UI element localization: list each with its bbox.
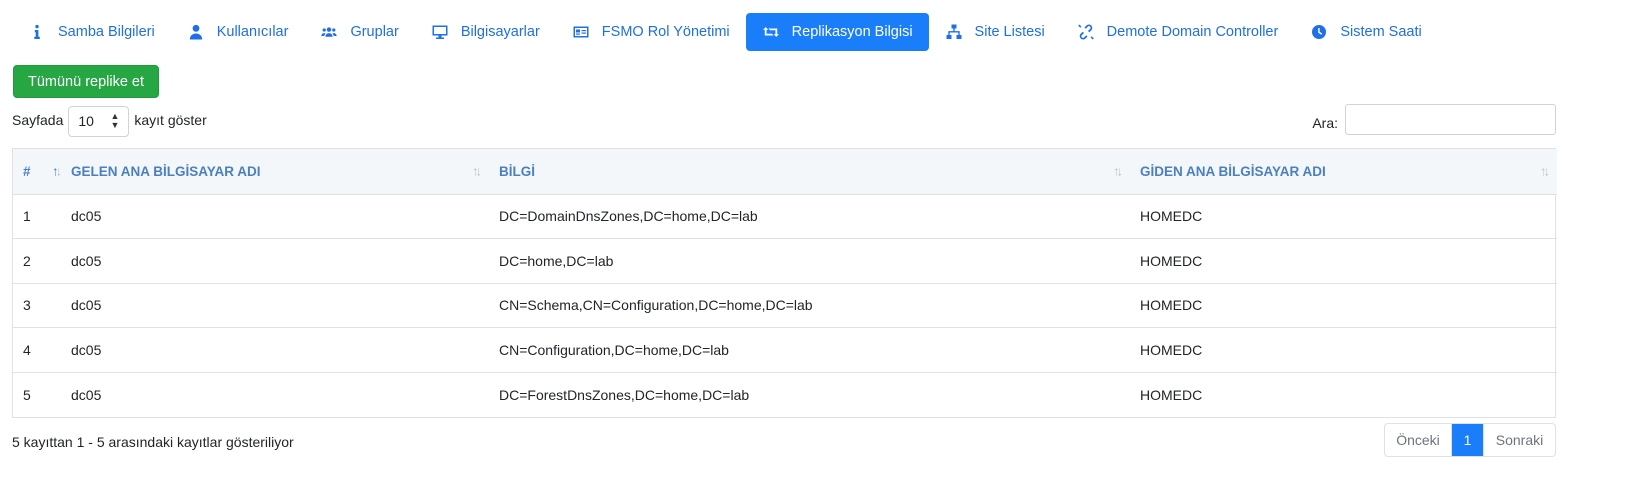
cell-incoming-host: dc05 [71, 208, 102, 225]
tab-fsmo[interactable]: FSMO Rol Yönetimi [556, 13, 746, 51]
tab-label: Replikasyon Bilgisi [791, 24, 913, 40]
tab-label: Kullanıcılar [216, 24, 289, 40]
replicate-all-button[interactable]: Tümünü replike et [13, 65, 159, 98]
length-prefix: Sayfada [12, 112, 64, 128]
cell-outgoing-host: HOMEDC [1130, 282, 1557, 328]
page-length-select[interactable]: 10 ▲ ▼ [68, 105, 130, 137]
table-row: 4 dc05 CN=Configuration,DC=home,DC=lab H… [13, 327, 1557, 372]
cell-incoming-host: dc05 [61, 238, 489, 283]
table-row: 5 dc05 DC=ForestDnsZones,DC=home,DC=lab … [13, 371, 1557, 417]
clock-icon [1310, 24, 1328, 40]
sort-icon: ↑↓ [472, 163, 482, 179]
tab-kullanicilar[interactable]: Kullanıcılar [171, 13, 305, 51]
cell-outgoing-host: HOMEDC [1130, 371, 1557, 417]
sort-icon: ↑↓ [1540, 163, 1550, 179]
tab-bilgisayarlar[interactable]: Bilgisayarlar [415, 13, 556, 51]
cell-index: 1 [23, 208, 31, 225]
cell-incoming-host: dc05 [61, 327, 489, 372]
previous-page-button[interactable]: Önceki [1385, 424, 1452, 456]
sort-icon: ↑↓ [1113, 163, 1123, 179]
column-header-index[interactable]: # ↑↓ [13, 149, 62, 195]
sitemap-icon [945, 24, 963, 40]
table-header-row: # ↑↓ GELEN ANA BİLGİSAYAR ADI ↑↓ BİLGİ ↑↓ G… [13, 149, 1557, 195]
replication-table: # ↑↓ GELEN ANA BİLGİSAYAR ADI ↑↓ BİLGİ ↑↓ G… [12, 148, 1557, 418]
tab-replikasyon-bilgisi[interactable]: Replikasyon Bilgisi [745, 13, 929, 51]
cell-outgoing-host: HOMEDC [1130, 238, 1557, 283]
tab-demote-dc[interactable]: Demote Domain Controller [1061, 13, 1295, 51]
tab-label: Bilgisayarlar [460, 24, 540, 40]
page-length-control: Sayfada 10 ▲ ▼ kayıt göster [12, 104, 207, 137]
cell-outgoing-host: HOMEDC [1130, 327, 1557, 372]
cell-index: 3 [13, 282, 61, 328]
tab-sistem-saati[interactable]: Sistem Saati [1294, 13, 1437, 51]
user-icon [187, 24, 205, 40]
cell-info: DC=DomainDnsZones,DC=home,DC=lab [499, 208, 758, 225]
cell-info: DC=ForestDnsZones,DC=home,DC=lab [489, 371, 1130, 417]
desktop-icon [431, 24, 449, 40]
cell-info: DC=home,DC=lab [489, 238, 1130, 283]
column-header-label: GİDEN ANA BİLGİSAYAR ADI [1140, 163, 1326, 179]
pagination: Önceki 1 Sonraki [1384, 423, 1556, 457]
cell-index: 4 [13, 327, 61, 372]
cell-index: 5 [13, 371, 61, 417]
table-row: 2 dc05 DC=home,DC=lab HOMEDC [13, 238, 1557, 283]
table-row: 3 dc05 CN=Schema,CN=Configuration,DC=hom… [13, 282, 1557, 328]
length-suffix: kayıt göster [134, 112, 207, 128]
users-group-icon [320, 24, 338, 40]
tab-site-listesi[interactable]: Site Listesi [929, 13, 1061, 51]
column-header-label: GELEN ANA BİLGİSAYAR ADI [71, 163, 261, 179]
column-header-incoming-host[interactable]: GELEN ANA BİLGİSAYAR ADI ↑↓ [61, 149, 489, 195]
page-1-button[interactable]: 1 [1452, 424, 1483, 456]
search-control: Ara: [1312, 104, 1556, 135]
nav-tabs: Samba Bilgileri Kullanıcılar Gruplar Bil… [12, 13, 1438, 51]
select-arrows-icon: ▲ ▼ [110, 111, 120, 130]
tab-label: Site Listesi [974, 24, 1045, 40]
column-header-info[interactable]: BİLGİ ↑↓ [489, 149, 1130, 195]
retweet-icon [762, 24, 780, 40]
cell-info: CN=Schema,CN=Configuration,DC=home,DC=la… [489, 282, 1130, 328]
table-info: 5 kayıttan 1 - 5 arasındaki kayıtlar gös… [12, 434, 294, 450]
cell-info: CN=Configuration,DC=home,DC=lab [489, 327, 1130, 372]
sort-asc-icon: ↑↓ [52, 163, 62, 179]
search-label: Ara: [1312, 114, 1338, 131]
tab-label: FSMO Rol Yönetimi [601, 24, 730, 40]
column-header-label: # [23, 163, 31, 179]
id-card-icon [572, 24, 590, 40]
column-header-label: BİLGİ [499, 163, 535, 179]
page-length-value: 10 [78, 113, 94, 129]
tab-gruplar[interactable]: Gruplar [304, 13, 414, 51]
cell-incoming-host: dc05 [61, 282, 489, 328]
tab-label: Demote Domain Controller [1106, 24, 1279, 40]
info-icon [28, 24, 46, 40]
cell-index: 2 [13, 238, 61, 283]
cell-incoming-host: dc05 [61, 371, 489, 417]
column-header-outgoing-host[interactable]: GİDEN ANA BİLGİSAYAR ADI ↑↓ [1130, 149, 1557, 195]
cell-outgoing-host: HOMEDC [1140, 208, 1203, 225]
search-input[interactable] [1345, 104, 1556, 135]
table-row: 1 dc05 DC=DomainDnsZones,DC=home,DC=lab … [13, 194, 1557, 239]
unlink-icon [1077, 24, 1095, 40]
tab-label: Gruplar [350, 24, 399, 40]
tab-label: Sistem Saati [1340, 24, 1422, 40]
tab-label: Samba Bilgileri [58, 24, 155, 40]
tab-samba-bilgileri[interactable]: Samba Bilgileri [12, 13, 171, 51]
next-page-button[interactable]: Sonraki [1483, 424, 1555, 456]
